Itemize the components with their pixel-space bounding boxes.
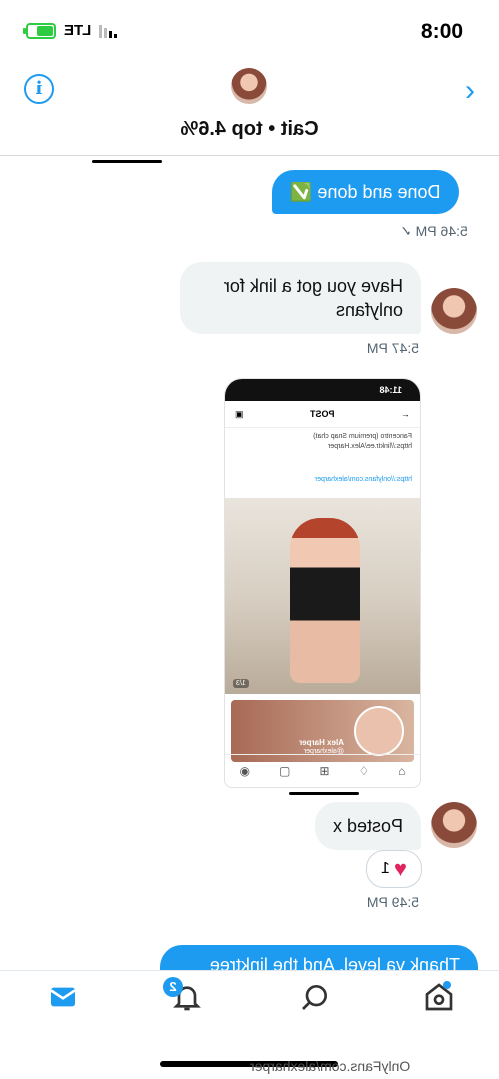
screenshot-status-bar: 11:48 bbox=[225, 379, 420, 401]
notification-badge: 2 bbox=[163, 977, 183, 997]
status-bar: 00:8 LTE bbox=[0, 0, 499, 60]
message-icon: ▢ bbox=[279, 764, 291, 778]
status-icons: LTE bbox=[26, 22, 118, 39]
tab-search[interactable] bbox=[291, 981, 331, 1021]
back-arrow-icon[interactable]: ‹ bbox=[465, 74, 475, 108]
profile-icon: ◉ bbox=[239, 764, 251, 778]
info-icon[interactable]: i bbox=[24, 74, 54, 104]
message-bubble-received[interactable]: Posted x bbox=[314, 802, 421, 850]
photo-counter: 1/3 bbox=[233, 679, 249, 688]
dm-conversation-screen: 00:8 LTE ‹ i Cait • top 4.6% Done and do… bbox=[0, 0, 499, 1079]
profile-card: Alex Harper @alexharper bbox=[231, 700, 414, 762]
message-bubble-sent[interactable]: Done and done ✅ bbox=[272, 170, 459, 214]
sender-avatar[interactable] bbox=[431, 288, 477, 334]
status-time: 00:8 bbox=[420, 20, 463, 43]
home-icon: ⌂ bbox=[398, 764, 406, 778]
screenshot-photo: 1/3 bbox=[225, 498, 420, 694]
message-text: Posted x bbox=[332, 816, 403, 836]
message-text: Done and done ✅ bbox=[290, 182, 441, 202]
post-label: POST bbox=[310, 409, 335, 419]
heart-icon: ♥ bbox=[393, 856, 407, 881]
message-bubble-received[interactable]: Have you got a link for onlyfans bbox=[180, 262, 421, 334]
screenshot-nav: ⌂ ♢ ⊞ ▢ ◉ bbox=[225, 754, 420, 787]
signal-icon bbox=[99, 24, 118, 38]
message-timestamp: 5:49 PM bbox=[366, 894, 419, 910]
network-label: LTE bbox=[64, 22, 92, 39]
reaction-pill[interactable]: ♥ 1 bbox=[366, 850, 422, 888]
sender-avatar[interactable] bbox=[431, 802, 477, 848]
screenshot-description: Fancentro (premium Snap chat) https://li… bbox=[313, 433, 412, 450]
search-icon bbox=[302, 985, 327, 1010]
scroll-indicator bbox=[92, 160, 162, 163]
screenshot-link: https://onlyfans.com/alexharper bbox=[314, 476, 412, 483]
contact-avatar[interactable] bbox=[231, 68, 267, 104]
tab-home[interactable] bbox=[415, 981, 455, 1021]
battery-icon bbox=[26, 22, 56, 39]
message-text: Have you got a link for onlyfans bbox=[223, 276, 403, 320]
contact-name[interactable]: Cait • top 4.6% bbox=[0, 118, 499, 141]
profile-name: Alex Harper bbox=[299, 738, 344, 747]
back-arrow-icon: ← bbox=[401, 409, 410, 419]
image-icon: ▣ bbox=[235, 408, 244, 419]
screenshot-post-header: ← POST ▣ bbox=[225, 401, 420, 428]
reaction-count: 1 bbox=[381, 860, 390, 877]
bottom-tab-bar: 2 bbox=[0, 970, 499, 1043]
mail-icon bbox=[50, 987, 76, 1007]
profile-avatar bbox=[354, 706, 404, 756]
message-timestamp: 5:46 PM ✓ bbox=[400, 223, 468, 239]
conversation-header: ‹ i Cait • top 4.6% bbox=[0, 60, 499, 156]
tab-notifications[interactable]: 2 bbox=[163, 977, 203, 1021]
watermark-text: OnlyFans.com/alexharper bbox=[250, 1058, 411, 1074]
mirrored-view: 00:8 LTE ‹ i Cait • top 4.6% Done and do… bbox=[0, 0, 499, 1079]
shared-screenshot-image[interactable]: 11:48 ← POST ▣ Fancentro (premium Snap c… bbox=[224, 378, 421, 788]
tab-messages[interactable] bbox=[39, 981, 79, 1021]
scroll-indicator bbox=[289, 792, 359, 795]
bell-icon: ♢ bbox=[358, 764, 370, 778]
plus-icon: ⊞ bbox=[319, 764, 330, 778]
unread-dot bbox=[443, 981, 451, 989]
message-timestamp: 5:47 PM bbox=[366, 340, 419, 356]
